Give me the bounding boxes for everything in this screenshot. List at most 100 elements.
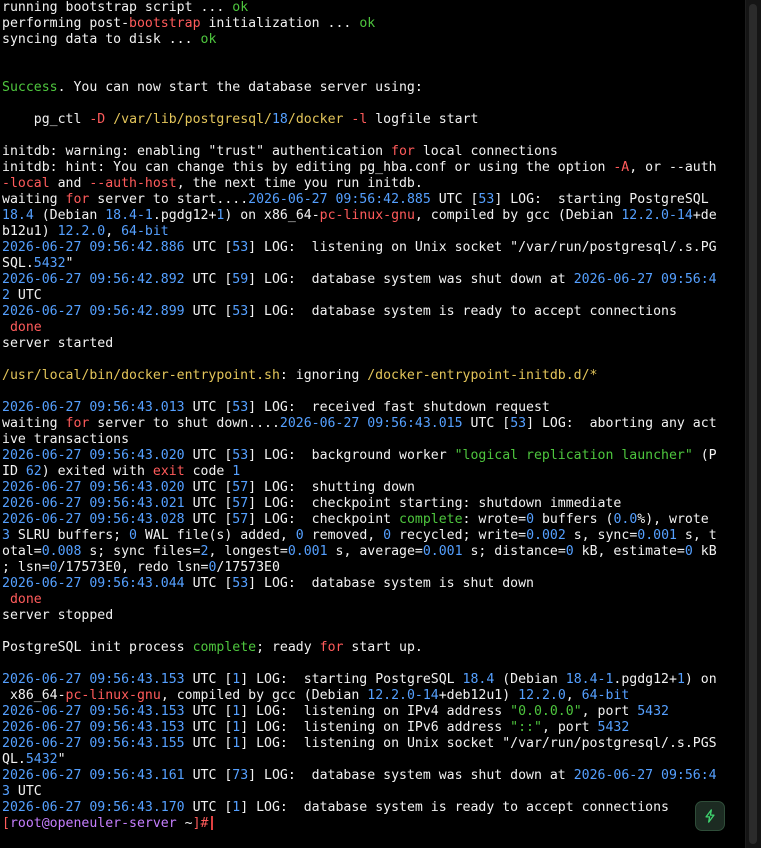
- terminal-text-segment: server to start....: [89, 192, 249, 207]
- terminal-line: SQL.5432": [2, 256, 742, 272]
- terminal-text-segment: 2026-06-27 09:56:43.028: [2, 512, 185, 527]
- prompt-open-bracket: [: [2, 816, 10, 831]
- terminal-text-segment: 1: [676, 672, 685, 687]
- terminal-line: b12u1) 12.2.0, 64-bit: [2, 224, 742, 240]
- terminal-line: 2026-06-27 09:56:43.153 UTC [1] LOG: sta…: [2, 672, 742, 688]
- terminal-text-segment: 18.4-1: [105, 208, 153, 223]
- terminal-text-segment: complete: [399, 512, 463, 527]
- terminal-text-segment: . You can now start the database server …: [57, 80, 423, 95]
- scrollbar-thumb[interactable]: [749, 4, 757, 844]
- terminal-text-segment: 5432: [637, 704, 669, 719]
- terminal-text-segment: ; lsn=: [2, 560, 50, 575]
- terminal-scrollbar[interactable]: [745, 0, 761, 848]
- terminal-text-segment: UTC [: [184, 720, 233, 735]
- terminal-text-segment: ] LOG: listening on IPv4 address: [240, 704, 511, 719]
- terminal-text-segment: .pgdg12+: [613, 672, 677, 687]
- terminal-text-segment: WAL file(s) added,: [137, 528, 296, 543]
- terminal-line: 2026-06-27 09:56:42.892 UTC [59] LOG: da…: [2, 272, 742, 288]
- terminal-text-segment: ] LOG: starting PostgreSQL: [494, 192, 709, 207]
- terminal-text-segment: UTC [: [184, 304, 233, 319]
- terminal-text-segment: running bootstrap script ...: [2, 0, 233, 15]
- terminal-text-segment: 5432: [33, 256, 66, 271]
- terminal-text-segment: UTC [: [184, 480, 233, 495]
- terminal-line: 3 SLRU buffers; 0 WAL file(s) added, 0 r…: [2, 528, 742, 544]
- terminal-text-segment: ] LOG: background worker: [248, 448, 455, 463]
- terminal-text-segment: ] LOG: received fast shutdown request: [248, 400, 550, 415]
- terminal-text-segment: , or --auth: [629, 160, 717, 175]
- terminal-text-segment: exit: [152, 464, 185, 479]
- terminal-text-segment: 2026-06-27 09:56:43.153: [2, 720, 185, 735]
- terminal-output[interactable]: running bootstrap script ... ok performin…: [2, 0, 742, 848]
- terminal-text-segment: 0: [49, 560, 58, 575]
- terminal-text-segment: 53: [232, 304, 249, 319]
- terminal-text-segment: 57: [232, 496, 249, 511]
- terminal-text-segment: 0: [383, 528, 392, 543]
- terminal-text-segment: bootstrap: [129, 16, 201, 31]
- terminal-text-segment: ] LOG: checkpoint: [248, 512, 400, 527]
- terminal-text-segment: -A: [613, 160, 630, 175]
- terminal-text-segment: done: [9, 592, 42, 607]
- terminal-text-segment: ] LOG: checkpoint starting: shutdown imm…: [248, 496, 622, 511]
- terminal-text-segment: UTC [: [184, 448, 233, 463]
- terminal-text-segment: UTC [: [184, 512, 233, 527]
- terminal-line: 2026-06-27 09:56:43.170 UTC [1] LOG: dat…: [2, 800, 742, 816]
- terminal-text-segment: pc-linux-gnu: [319, 208, 415, 223]
- terminal-text-segment: --auth-host: [89, 176, 177, 191]
- terminal-text-segment: 2026-06-27 09:56:42.899: [2, 304, 185, 319]
- terminal-text-segment: UTC [: [462, 416, 511, 431]
- prompt-user-host: root@openeuler-server: [9, 816, 177, 831]
- terminal-text-segment: 2026-06-27 09:56:4: [573, 768, 717, 783]
- terminal-text-segment: 2026-06-27 09:56:42.885: [248, 192, 431, 207]
- terminal-text-segment: ,: [105, 224, 122, 239]
- terminal-text-segment: 0.002: [526, 528, 566, 543]
- terminal-text-segment: (Debian: [33, 208, 106, 223]
- terminal-text-segment: "logical replication launcher": [454, 448, 693, 463]
- terminal-line: otal=0.008 s; sync files=2, longest=0.00…: [2, 544, 742, 560]
- terminal-text-segment: removed,: [303, 528, 384, 543]
- terminal-text-segment: local connections: [414, 144, 558, 159]
- terminal-line: 3 UTC: [2, 784, 742, 800]
- terminal-line: QL.5432": [2, 752, 742, 768]
- terminal-text-segment: logfile start: [367, 112, 479, 127]
- terminal-text-segment: , the next time you run initdb.: [176, 176, 423, 191]
- terminal-text-segment: 1: [232, 464, 241, 479]
- terminal-text-segment: 0: [129, 528, 137, 543]
- prompt-path: ~: [176, 816, 193, 831]
- terminal-text-segment: SQL.: [2, 256, 34, 271]
- terminal-text-segment: 5432: [25, 752, 58, 767]
- terminal-text-segment: ID: [2, 464, 26, 479]
- shell-prompt[interactable]: [root@openeuler-server ~]#: [2, 816, 742, 832]
- terminal-text-segment: UTC: [9, 288, 42, 303]
- terminal-text-segment: (Debian: [494, 672, 566, 687]
- terminal-text-segment: ] LOG: database system is ready to accep…: [248, 304, 677, 319]
- terminal-text-segment: ) on x86_64-: [224, 208, 320, 223]
- terminal-line: 2026-06-27 09:56:43.153 UTC [1] LOG: lis…: [2, 704, 742, 720]
- terminal-text-segment: 2026-06-27 09:56:43.021: [2, 496, 185, 511]
- terminal-text-segment: "0.0.0.0": [510, 704, 582, 719]
- terminal-text-segment: /docker: [287, 112, 344, 127]
- terminal-text-segment: pc-linux-gnu: [65, 688, 161, 703]
- terminal-line: 18.4 (Debian 18.4-1.pgdg12+1) on x86_64-…: [2, 208, 742, 224]
- terminal-text-segment: +de: [692, 208, 717, 223]
- terminal-text-segment: syncing data to disk ...: [2, 32, 201, 47]
- terminal-text-segment: %), wrote: [637, 512, 709, 527]
- terminal-text-segment: -D: [89, 112, 106, 127]
- terminal-text-segment: 62: [25, 464, 42, 479]
- terminal-text-segment: kB, estimate=: [573, 544, 685, 559]
- terminal-text-segment: 0.0: [613, 512, 638, 527]
- terminal-text-segment: 57: [232, 512, 249, 527]
- terminal-text-segment: 2026-06-27 09:56:4: [573, 272, 717, 287]
- terminal-text-segment: UTC [: [184, 704, 233, 719]
- terminal-line: done: [2, 592, 742, 608]
- terminal-text-segment: UTC [: [430, 192, 479, 207]
- terminal-text-segment: ive transactions: [2, 432, 130, 447]
- quick-action-button[interactable]: [695, 801, 725, 831]
- terminal-text-segment: 53: [232, 576, 249, 591]
- terminal-line: 2026-06-27 09:56:43.028 UTC [57] LOG: ch…: [2, 512, 742, 528]
- terminal-text-segment: ] LOG: database system was shut down at: [248, 272, 574, 287]
- terminal-text-segment: ] LOG: listening on Unix socket "/var/ru…: [240, 736, 717, 751]
- terminal-text-segment: 0: [565, 544, 574, 559]
